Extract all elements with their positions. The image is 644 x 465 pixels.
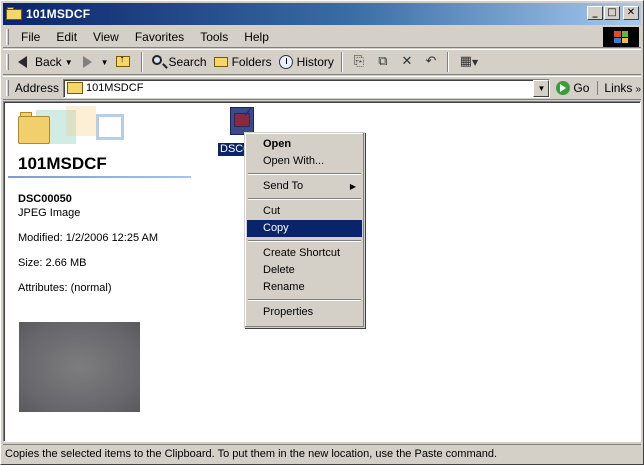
address-input[interactable]: 101MSDCF ▼ <box>62 78 551 98</box>
folder-icon <box>18 116 50 144</box>
context-menu: Open Open With... Send To ▶ Cut Copy Crea… <box>244 132 365 328</box>
back-label: Back <box>35 55 62 69</box>
forward-button[interactable]: ▼ <box>76 51 112 73</box>
history-button[interactable]: History <box>275 51 337 73</box>
address-dropdown-button[interactable]: ▼ <box>533 79 550 97</box>
folder-banner-art <box>6 104 126 150</box>
ctx-send-to[interactable]: Send To ▶ <box>247 178 362 195</box>
forward-dropdown-icon[interactable]: ▼ <box>101 58 109 67</box>
close-button[interactable]: ✕ <box>623 6 639 20</box>
go-arrow-icon <box>556 81 571 95</box>
menu-edit[interactable]: Edit <box>48 28 85 46</box>
move-to-icon[interactable]: ⎘ <box>350 53 368 71</box>
address-bar: Address 101MSDCF ▼ Go Links» <box>3 76 641 100</box>
folders-label: Folders <box>231 55 272 69</box>
views-icon[interactable]: ▦▼ <box>456 53 482 71</box>
address-label: Address <box>14 81 59 95</box>
back-arrow-icon <box>16 54 32 70</box>
selected-file-modified: Modified: 1/2/2006 12:25 AM <box>18 232 159 244</box>
menu-favorites[interactable]: Favorites <box>127 28 192 46</box>
delete-icon[interactable]: ✕ <box>398 53 416 71</box>
toolbar-separator <box>140 52 143 72</box>
menu-separator <box>247 237 362 245</box>
copy-to-icon[interactable]: ⧉ <box>374 53 392 71</box>
ctx-create-shortcut[interactable]: Create Shortcut <box>247 245 362 262</box>
addressbar-grip[interactable] <box>6 80 9 96</box>
title-bar[interactable]: 101MSDCF _ □ ✕ <box>3 3 641 25</box>
history-label: History <box>296 55 334 69</box>
go-button[interactable]: Go <box>556 81 589 95</box>
selected-file-type: JPEG Image <box>18 207 81 219</box>
menubar-grip[interactable] <box>6 28 9 45</box>
menu-separator <box>247 170 362 178</box>
status-text: Copies the selected items to the Clipboa… <box>5 448 498 460</box>
standard-toolbar: Back ▼ ▼ Search Folders History ⎘ ⧉ ✕ ↶ … <box>3 49 641 75</box>
title-divider <box>8 176 191 178</box>
menu-bar: File Edit View Favorites Tools Help <box>3 26 641 48</box>
up-button[interactable] <box>112 51 137 73</box>
folder-icon <box>6 7 22 21</box>
undo-icon[interactable]: ↶ <box>422 53 440 71</box>
folders-button[interactable]: Folders <box>210 51 275 73</box>
toolbar-separator <box>340 52 343 72</box>
ctx-send-to-label: Send To <box>263 180 304 192</box>
ctx-copy[interactable]: Copy <box>247 220 362 237</box>
folder-title: 101MSDCF <box>18 154 107 173</box>
address-value: 101MSDCF <box>85 82 144 94</box>
toolbar-grip[interactable] <box>6 54 9 70</box>
back-dropdown-icon[interactable]: ▼ <box>65 58 73 67</box>
history-icon <box>278 54 294 70</box>
menu-tools[interactable]: Tools <box>192 28 236 46</box>
ctx-open-with[interactable]: Open With... <box>247 153 362 170</box>
links-button[interactable]: Links» <box>597 81 641 95</box>
selected-file-name: DSC00050 <box>18 193 72 205</box>
links-label: Links <box>604 81 633 95</box>
status-bar: Copies the selected items to the Clipboa… <box>3 444 641 463</box>
menu-view[interactable]: View <box>85 28 127 46</box>
chevron-right-icon: » <box>635 84 641 95</box>
folders-icon <box>213 54 229 70</box>
up-folder-icon <box>115 54 131 70</box>
ctx-rename[interactable]: Rename <box>247 279 362 296</box>
search-label: Search <box>168 55 207 69</box>
explorer-window: 101MSDCF _ □ ✕ File Edit View Favorites … <box>0 0 644 465</box>
forward-arrow-icon <box>79 54 95 70</box>
submenu-arrow-icon: ▶ <box>349 182 356 191</box>
maximize-button[interactable]: □ <box>604 6 620 20</box>
image-preview-thumbnail <box>19 322 140 412</box>
ctx-delete[interactable]: Delete <box>247 262 362 279</box>
back-button[interactable]: Back ▼ <box>13 51 76 73</box>
ctx-properties[interactable]: Properties <box>247 304 362 321</box>
windows-logo-icon <box>603 27 639 47</box>
ctx-cut[interactable]: Cut <box>247 203 362 220</box>
search-button[interactable]: Search <box>147 51 210 73</box>
search-icon <box>150 54 166 70</box>
toolbar-separator <box>446 52 449 72</box>
window-title: 101MSDCF <box>26 7 91 21</box>
menu-file[interactable]: File <box>13 28 48 46</box>
go-label: Go <box>573 81 590 95</box>
selected-file-attributes: Attributes: (normal) <box>18 282 112 294</box>
menu-separator <box>247 296 362 304</box>
ctx-open[interactable]: Open <box>247 136 362 153</box>
folder-icon <box>66 82 83 94</box>
selected-file-size: Size: 2.66 MB <box>18 257 87 269</box>
menu-separator <box>247 195 362 203</box>
minimize-button[interactable]: _ <box>587 6 603 20</box>
menu-help[interactable]: Help <box>236 28 277 46</box>
